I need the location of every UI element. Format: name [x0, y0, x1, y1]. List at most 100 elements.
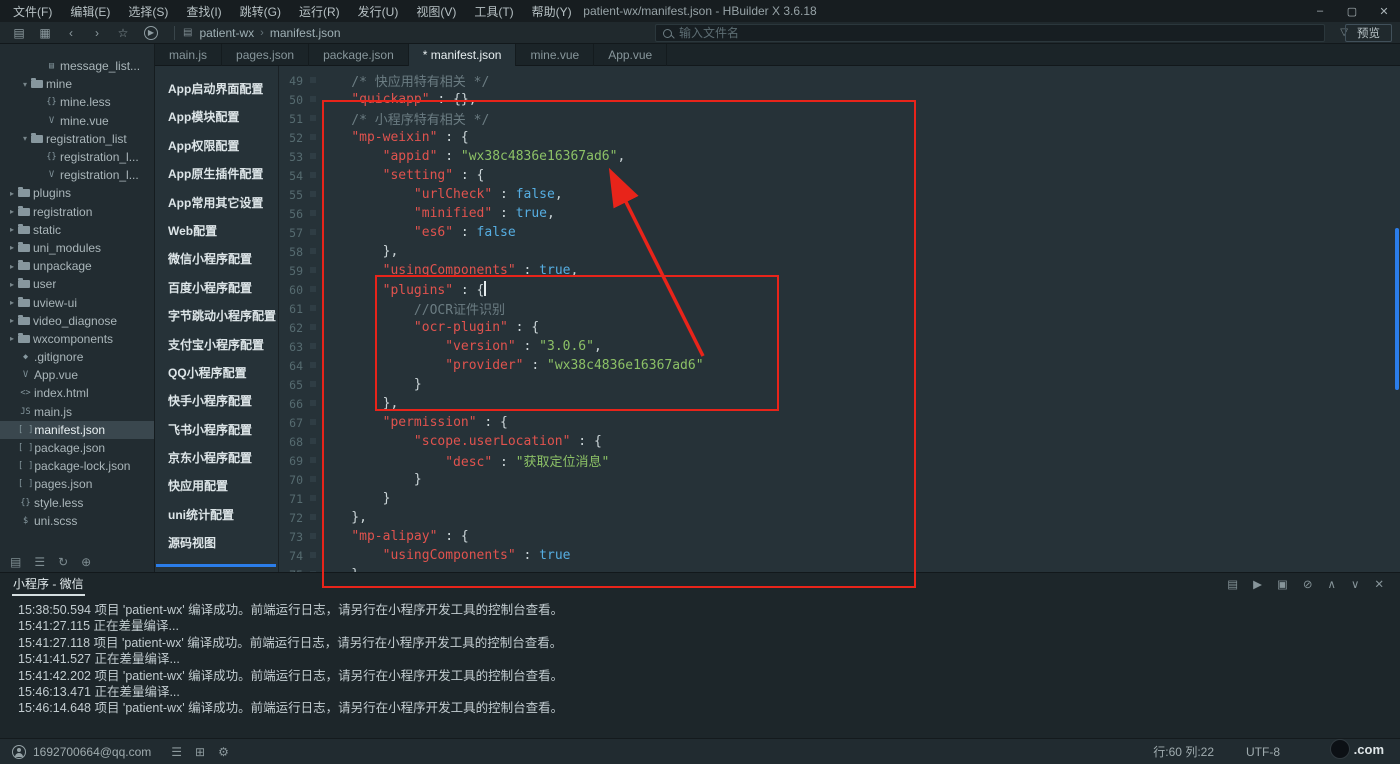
code-line-61[interactable]: 61 //OCR证件识别	[280, 299, 1400, 319]
tree-item-package.json[interactable]: [ ] package.json	[0, 439, 154, 457]
code-line-62[interactable]: 62 "ocr-plugin" : {	[280, 318, 1400, 337]
tab-app.vue[interactable]: App.vue	[594, 44, 668, 66]
tree-item-user[interactable]: ▸ user	[0, 275, 154, 293]
code-line-54[interactable]: 54 "setting" : {	[280, 166, 1400, 185]
code-line-60[interactable]: 60 "plugins" : {	[280, 280, 1400, 299]
config-item-9[interactable]: 支付宝小程序配置	[155, 331, 278, 359]
export-log-icon[interactable]: ▤	[1227, 577, 1238, 591]
code-line-49[interactable]: 49 /* 快应用特有相关 */	[280, 71, 1400, 91]
back-icon[interactable]: ‹	[58, 26, 84, 40]
config-item-16[interactable]: 源码视图	[155, 529, 278, 557]
save-icon[interactable]: ▦	[32, 26, 58, 40]
grid-icon[interactable]: ⊞	[195, 745, 205, 759]
tree-item-manifest.json[interactable]: [ ] manifest.json	[0, 420, 154, 439]
menu-item-6[interactable]: 发行(U)	[349, 3, 408, 20]
menu-item-2[interactable]: 选择(S)	[119, 3, 177, 20]
code-line-65[interactable]: 65 }	[280, 375, 1400, 394]
add-icon[interactable]: ⊕	[81, 555, 91, 569]
code-line-52[interactable]: 52 "mp-weixin" : {	[280, 128, 1400, 147]
tree-item-style.less[interactable]: {} style.less	[0, 494, 154, 512]
search-input[interactable]	[679, 26, 1317, 40]
explorer-icon[interactable]: ▤	[10, 555, 21, 569]
config-item-2[interactable]: App权限配置	[155, 132, 278, 160]
code-line-67[interactable]: 67 "permission" : {	[280, 413, 1400, 432]
code-line-66[interactable]: 66 },	[280, 394, 1400, 413]
config-item-4[interactable]: App常用其它设置	[155, 189, 278, 217]
code-line-58[interactable]: 58 },	[280, 242, 1400, 261]
run-icon[interactable]: ▶	[144, 25, 158, 40]
tree-item-app.vue[interactable]: V App.vue	[0, 366, 154, 384]
account[interactable]: 1692700664@qq.com	[12, 744, 151, 759]
config-item-5[interactable]: Web配置	[155, 217, 278, 245]
config-item-1[interactable]: App模块配置	[155, 103, 278, 131]
code-line-70[interactable]: 70 }	[280, 470, 1400, 489]
tab-pages.json[interactable]: pages.json	[222, 44, 310, 66]
menu-item-8[interactable]: 工具(T)	[465, 3, 522, 20]
run-log-icon[interactable]: ▶	[1253, 577, 1262, 591]
config-item-12[interactable]: 飞书小程序配置	[155, 416, 278, 444]
tab-mine.vue[interactable]: mine.vue	[516, 44, 595, 66]
cursor-position[interactable]: 行:60 列:22	[1153, 743, 1214, 760]
tree-item-uni-modules[interactable]: ▸ uni_modules	[0, 239, 154, 257]
code-line-57[interactable]: 57 "es6" : false	[280, 223, 1400, 242]
forward-icon[interactable]: ›	[84, 26, 110, 40]
tree-item-static[interactable]: ▸ static	[0, 221, 154, 239]
tree-item-wxcomponents[interactable]: ▸ wxcomponents	[0, 330, 154, 348]
code-line-68[interactable]: 68 "scope.userLocation" : {	[280, 432, 1400, 451]
menu-item-3[interactable]: 查找(I)	[177, 3, 230, 20]
code-line-74[interactable]: 74 "usingComponents" : true	[280, 546, 1400, 565]
editor-scrollbar[interactable]	[1395, 228, 1399, 390]
menu-item-0[interactable]: 文件(F)	[4, 3, 61, 20]
preview-button[interactable]: 预览	[1345, 24, 1392, 42]
config-item-3[interactable]: App原生插件配置	[155, 160, 278, 188]
code-editor[interactable]: 49 /* 快应用特有相关 */50 "quickapp" : {}, 51 /*…	[280, 66, 1400, 572]
config-item-7[interactable]: 百度小程序配置	[155, 274, 278, 302]
settings-icon[interactable]: ⚙	[218, 745, 229, 759]
menu-item-9[interactable]: 帮助(Y)	[523, 3, 581, 20]
new-file-icon[interactable]: ▤	[6, 26, 32, 40]
code-line-59[interactable]: 59 "usingComponents" : true,	[280, 261, 1400, 280]
maximize-button[interactable]: ▢	[1336, 0, 1368, 22]
tab-manifest.json[interactable]: * manifest.json	[408, 44, 517, 66]
tree-item-plugins[interactable]: ▸ plugins	[0, 184, 154, 202]
tree-item-main.js[interactable]: JS main.js	[0, 403, 154, 421]
tree-item-registration-l...[interactable]: {} registration_l...	[0, 148, 154, 166]
clear-log-icon[interactable]: ⊘	[1303, 577, 1313, 591]
tree-item-.gitignore[interactable]: ◆ .gitignore	[0, 348, 154, 366]
config-item-11[interactable]: 快手小程序配置	[155, 387, 278, 415]
panel-icon[interactable]: ▣	[1277, 577, 1288, 591]
tree-item-registration-l...[interactable]: Vregistration_l...	[0, 166, 154, 184]
code-line-63[interactable]: 63 "version" : "3.0.6",	[280, 337, 1400, 356]
tree-item-video-diagnose[interactable]: ▸ video_diagnose	[0, 312, 154, 330]
tree-item-uni.scss[interactable]: $ uni.scss	[0, 512, 154, 530]
close-console-icon[interactable]: ✕	[1374, 577, 1384, 591]
tree-item-message-list...[interactable]: ▤ message_list...	[0, 57, 154, 75]
encoding[interactable]: UTF-8	[1246, 745, 1280, 759]
config-item-10[interactable]: QQ小程序配置	[155, 359, 278, 387]
list-icon[interactable]: ☰	[171, 745, 182, 759]
tree-item-mine[interactable]: ▾ mine	[0, 75, 154, 93]
breadcrumb-item-patient-wx[interactable]: patient-wx	[197, 26, 256, 40]
code-line-72[interactable]: 72 },	[280, 508, 1400, 527]
code-line-73[interactable]: 73 "mp-alipay" : {	[280, 527, 1400, 546]
close-button[interactable]: ✕	[1368, 0, 1400, 22]
scroll-up-icon[interactable]: ∧	[1328, 577, 1336, 591]
tree-item-pages.json[interactable]: [ ] pages.json	[0, 475, 154, 493]
config-panel-scrollbar[interactable]	[156, 564, 276, 567]
code-line-71[interactable]: 71 }	[280, 489, 1400, 508]
config-item-6[interactable]: 微信小程序配置	[155, 245, 278, 273]
scroll-down-icon[interactable]: ∨	[1351, 577, 1359, 591]
menu-item-5[interactable]: 运行(R)	[290, 3, 349, 20]
config-item-8[interactable]: 字节跳动小程序配置	[155, 302, 278, 330]
tree-item-uview-ui[interactable]: ▸ uview-ui	[0, 293, 154, 311]
tree-item-unpackage[interactable]: ▸ unpackage	[0, 257, 154, 275]
code-line-75[interactable]: 75 }	[280, 565, 1400, 572]
tree-item-registration-list[interactable]: ▾ registration_list	[0, 130, 154, 148]
breadcrumb-item-manifest.json[interactable]: manifest.json	[268, 26, 343, 40]
tree-item-registration[interactable]: ▸ registration	[0, 203, 154, 221]
config-item-13[interactable]: 京东小程序配置	[155, 444, 278, 472]
tree-item-mine.less[interactable]: {} mine.less	[0, 93, 154, 111]
outline-icon[interactable]: ☰	[34, 555, 45, 569]
menu-item-1[interactable]: 编辑(E)	[61, 3, 119, 20]
menu-item-4[interactable]: 跳转(G)	[231, 3, 290, 20]
